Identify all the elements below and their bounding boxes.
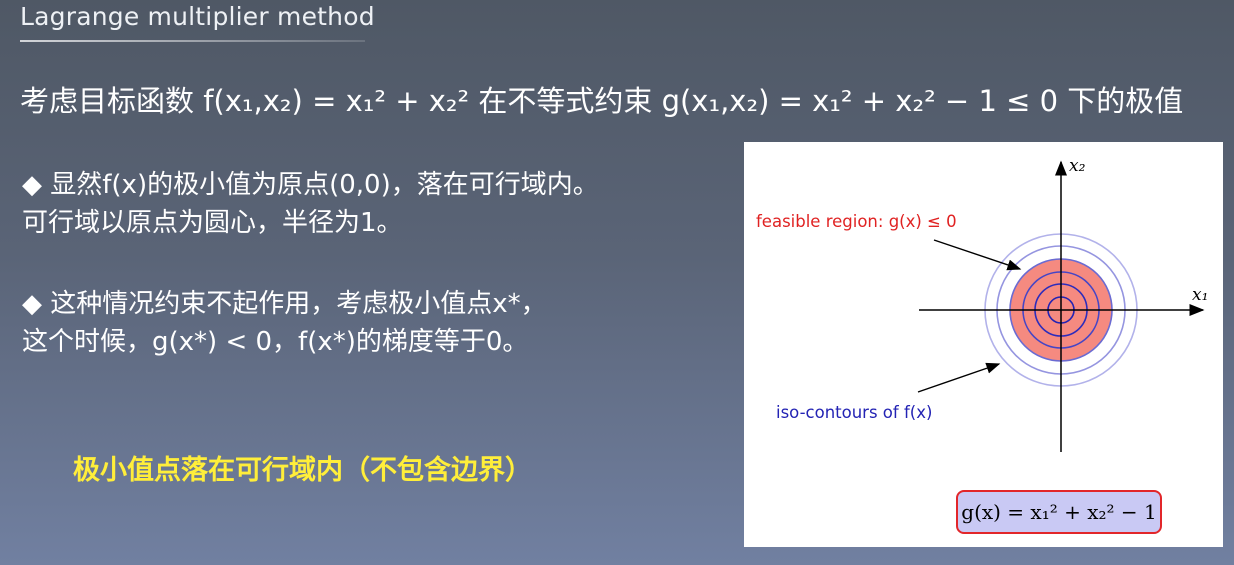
bullet-1-line-2: 可行域以原点为圆心，半径为1。 — [22, 208, 403, 238]
bullet-1-line-1: ◆ 显然f(x)的极小值为原点(0,0)，落在可行域内。 — [22, 170, 599, 200]
bullet-2-line-1: ◆ 这种情况约束不起作用，考虑极小值点x*， — [22, 289, 547, 319]
iso-arrow — [917, 362, 1001, 393]
objective-formula: 考虑目标函数 f(x₁,x₂) = x₁² + x₂² 在不等式约束 g(x₁,… — [20, 84, 1184, 118]
feasible-region-label: feasible region: g(x) ≤ 0 — [756, 212, 957, 231]
y-axis-label: x₂ — [1069, 156, 1086, 176]
figure-panel: x₁ x₂ feasible region: g(x) ≤ 0 iso-cont… — [744, 142, 1223, 547]
x-axis-label: x₁ — [1192, 285, 1208, 305]
bullet-2-line-2: 这个时候，g(x*) < 0，f(x*)的梯度等于0。 — [22, 327, 529, 357]
feasible-arrow — [933, 239, 1022, 271]
bullet-2: ◆ 这种情况约束不起作用，考虑极小值点x*， 这个时候，g(x*) < 0，f(… — [22, 285, 547, 361]
constraint-formula-box: g(x) = x₁² + x₂² − 1 — [956, 490, 1162, 534]
conclusion-text: 极小值点落在可行域内（不包含边界） — [73, 455, 532, 486]
bullet-1: ◆ 显然f(x)的极小值为原点(0,0)，落在可行域内。 可行域以原点为圆心，半… — [22, 166, 599, 242]
iso-contours-label: iso-contours of f(x) — [776, 403, 932, 422]
title-underline — [20, 40, 365, 42]
contour-diagram: x₁ x₂ feasible region: g(x) ≤ 0 iso-cont… — [756, 156, 1208, 452]
slide-title: Lagrange multiplier method — [20, 2, 375, 31]
